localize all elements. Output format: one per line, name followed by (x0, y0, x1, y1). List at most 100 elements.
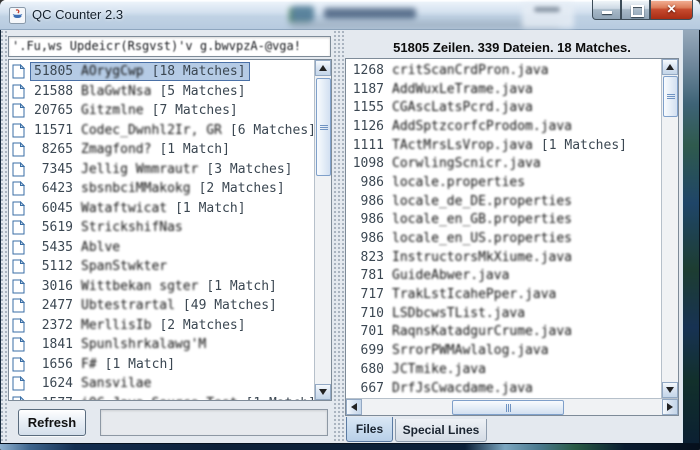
arrow-up-icon (666, 64, 674, 70)
line-list-item[interactable]: 823 InstructorsMkXiume.java (346, 248, 661, 267)
file-cell: 6045 Wataftwicat [1 Match] (30, 199, 250, 218)
filter-input[interactable]: '.Fu,ws Updeicr(Rsgvst)'v g.bwvpzA-@vga! (8, 36, 331, 57)
file-line-count: 1656 (34, 358, 73, 371)
scroll-down-button[interactable] (662, 382, 678, 398)
file-icon (12, 318, 25, 333)
file-line-count: 5112 (34, 260, 73, 273)
aero-glass-icon-blob (292, 6, 314, 22)
scrollbar-thumb[interactable] (452, 400, 564, 415)
file-list-item[interactable]: 8265 Zmagfond? [1 Match] (9, 140, 314, 160)
file-icon (12, 259, 25, 274)
scroll-down-button[interactable] (315, 384, 331, 400)
line-list-item[interactable]: 1111 TActMrsLsVrop.java [1 Matches] (346, 136, 661, 155)
line-list-item[interactable]: 1126 AddSptzcorfcProdom.java (346, 117, 661, 136)
tab[interactable]: Special Lines (395, 419, 487, 442)
refresh-button[interactable]: Refresh (18, 409, 86, 436)
scrollbar-thumb[interactable] (316, 78, 331, 176)
file-list-item[interactable]: 20765 Gitzmlne [7 Matches] (9, 101, 314, 121)
file-list-item[interactable]: 21588 BlaGwtNsa [5 Matches] (9, 82, 314, 102)
file-list-item[interactable]: 11571 Codec_Dwnhl2Ir, GR [6 Matches] (9, 121, 314, 141)
scroll-up-button[interactable] (315, 60, 331, 76)
file-list-item[interactable]: 1841 Spunlshrkalawg'M (9, 335, 314, 355)
file-list-item[interactable]: 1577 iQC Java Source Test [1 Match] (9, 394, 314, 401)
file-line-count: 5619 (34, 221, 73, 234)
file-list-item[interactable]: 6045 Wataftwicat [1 Match] (9, 199, 314, 219)
line-list-item[interactable]: 986 locale.properties (346, 173, 661, 192)
file-list-item[interactable]: 1624 Sansvilae (9, 374, 314, 394)
window-title: QC Counter 2.3 (32, 7, 123, 22)
file-name: Wittbekan sgter (81, 280, 198, 293)
line-list-item[interactable]: 699 SrrorPWMAwlalog.java (346, 341, 661, 360)
line-list-item[interactable]: 1268 critScanCrdPron.java (346, 61, 661, 80)
line-file-name: CorwlingScnicr.java (392, 157, 541, 170)
file-name: BlaGwtNsa (81, 85, 151, 98)
file-icon (12, 123, 25, 138)
file-match-count: [1 Match] (159, 143, 229, 156)
line-list-item[interactable]: 1155 CGAscLatsPcrd.java (346, 98, 661, 117)
split-pane-divider[interactable] (333, 30, 345, 443)
scrollbar-thumb[interactable] (663, 76, 678, 117)
line-list-item[interactable]: 986 locale_de_DE.properties (346, 192, 661, 211)
file-icon (12, 279, 25, 294)
file-list: 51805 AOrygCwp [18 Matches] (9, 60, 314, 400)
file-cell: 1624 Sansvilae (30, 374, 163, 393)
scroll-right-button[interactable] (662, 399, 678, 415)
tab[interactable]: Files (346, 417, 393, 442)
file-list-item[interactable]: 5619 StrickshifNas (9, 218, 314, 238)
file-line-count: 2477 (34, 299, 73, 312)
file-list-item[interactable]: 51805 AOrygCwp [18 Matches] (9, 62, 314, 82)
line-file-name: TActMrsLsVrop.java (392, 139, 533, 152)
file-name: sbsnbciMMakokg (81, 182, 191, 195)
line-list-horizontal-scrollbar[interactable] (346, 398, 678, 415)
file-list-item[interactable]: 6423 sbsnbciMMakokg [2 Matches] (9, 179, 314, 199)
minimize-button[interactable] (592, 0, 621, 20)
arrow-right-icon (667, 403, 673, 411)
file-name: Jellig Wmmrautr (81, 163, 198, 176)
file-list-item[interactable]: 7345 Jellig Wmmrautr [3 Matches] (9, 160, 314, 180)
line-list-item[interactable]: 680 JCTmike.java (346, 360, 661, 379)
line-list-item[interactable]: 667 DrfJsCwacdame.java (346, 379, 661, 398)
line-list-vertical-scrollbar[interactable] (661, 59, 678, 398)
arrow-down-icon (319, 389, 327, 395)
file-list-item[interactable]: 2372 MerllisIb [2 Matches] (9, 316, 314, 336)
line-list-item[interactable]: 986 locale_en_US.properties (346, 229, 661, 248)
file-match-count: [3 Matches] (206, 163, 292, 176)
file-list-item[interactable]: 5112 SpanStwkter (9, 257, 314, 277)
title-bar[interactable]: QC Counter 2.3 ✕ (0, 0, 700, 30)
line-count: 1155 (352, 101, 384, 114)
line-list-item[interactable]: 1187 AddWuxLeTrame.java (346, 80, 661, 99)
file-list-item[interactable]: 5435 Ablve (9, 238, 314, 258)
line-list-item[interactable]: 1098 CorwlingScnicr.java (346, 154, 661, 173)
scroll-up-button[interactable] (662, 59, 678, 75)
maximize-button[interactable] (621, 0, 650, 20)
close-button[interactable]: ✕ (650, 0, 693, 20)
file-cell: 5619 StrickshifNas (30, 218, 195, 237)
line-list-item[interactable]: 717 TrakLstIcahePper.java (346, 285, 661, 304)
file-match-count: [2 Matches] (159, 319, 245, 332)
file-cell: 51805 AOrygCwp [18 Matches] (30, 62, 250, 81)
line-list-item[interactable]: 986 locale_en_GB.properties (346, 211, 661, 230)
file-list-item[interactable]: 2477 Ubtestrartal [49 Matches] (9, 296, 314, 316)
summary-label: 51805 Zeilen. 339 Dateien. 18 Matches. (345, 40, 679, 55)
file-cell: 2372 MerllisIb [2 Matches] (30, 316, 250, 335)
file-list-vertical-scrollbar[interactable] (314, 60, 331, 400)
line-file-name: JCTmike.java (392, 363, 486, 376)
status-field[interactable] (100, 409, 328, 436)
file-list-item[interactable]: 3016 Wittbekan sgter [1 Match] (9, 277, 314, 297)
java-app-icon (9, 7, 26, 24)
line-list-item[interactable]: 781 GuideAbwer.java (346, 267, 661, 286)
file-line-count: 3016 (34, 280, 73, 293)
file-icon (12, 162, 25, 177)
line-count: 1098 (352, 157, 384, 170)
aero-glass-text-blob (324, 8, 416, 19)
scroll-left-button[interactable] (346, 399, 362, 415)
file-icon (12, 240, 25, 255)
line-file-name: GuideAbwer.java (392, 269, 509, 282)
line-list-item[interactable]: 710 LSDbcwsTList.java (346, 304, 661, 323)
line-count: 986 (352, 195, 384, 208)
file-cell: 6423 sbsnbciMMakokg [2 Matches] (30, 179, 289, 198)
file-match-count: [1 Match] (246, 397, 314, 400)
line-list-item[interactable]: 701 RaqnsKatadgurCrume.java (346, 323, 661, 342)
file-list-item[interactable]: 1656 F# [1 Match] (9, 355, 314, 375)
file-cell: 11571 Codec_Dwnhl2Ir, GR [6 Matches] (30, 121, 314, 140)
